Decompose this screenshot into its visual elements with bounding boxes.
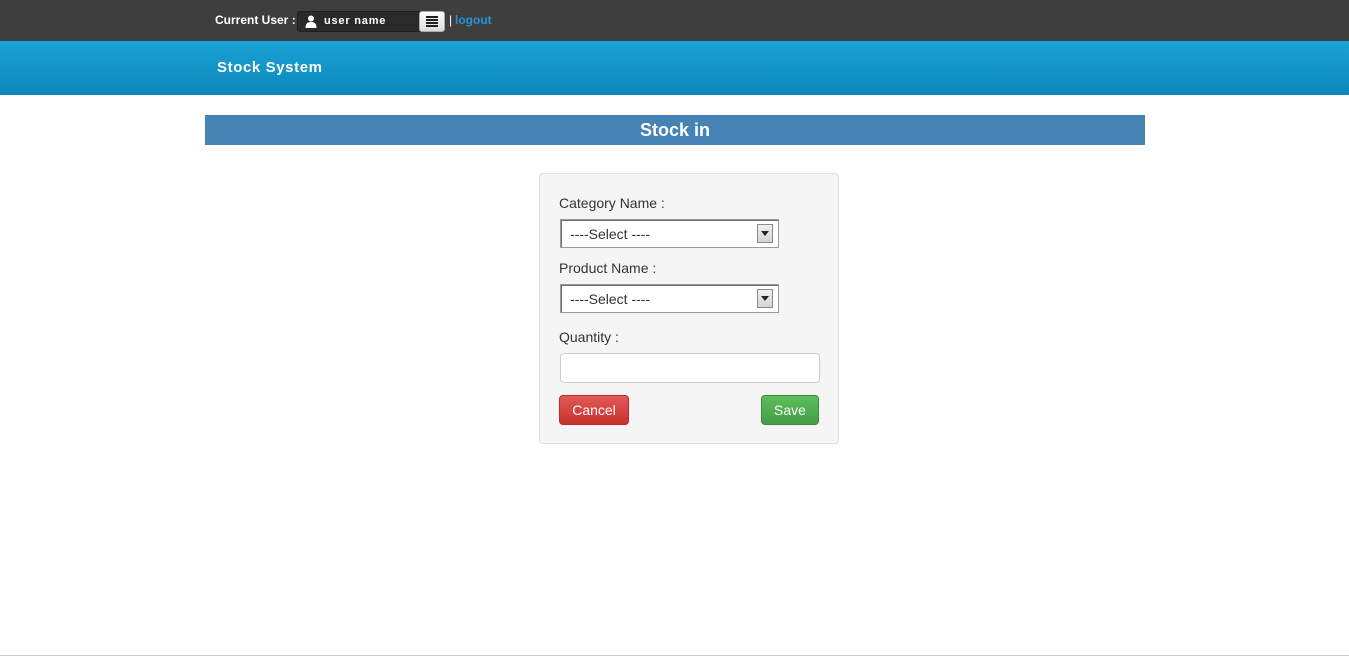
current-user-label: Current User : <box>215 13 296 27</box>
chevron-down-icon[interactable] <box>757 289 773 308</box>
brand-title[interactable]: Stock System <box>217 59 323 76</box>
save-button[interactable]: Save <box>761 395 819 425</box>
logout-link[interactable]: logout <box>455 13 492 27</box>
product-select[interactable]: ----Select ---- <box>560 284 779 313</box>
top-bar: Current User : user name | logout <box>0 0 1349 41</box>
user-menu-button[interactable] <box>419 11 445 32</box>
chevron-down-icon[interactable] <box>757 224 773 243</box>
user-icon <box>305 15 317 28</box>
category-select[interactable]: ----Select ---- <box>560 219 779 248</box>
user-name: user name <box>324 15 387 27</box>
category-select-value: ----Select ---- <box>570 226 651 242</box>
page-title-bar: Stock in <box>205 115 1145 145</box>
user-box: user name <box>297 11 445 32</box>
category-name-label: Category Name : <box>559 195 665 211</box>
page-title: Stock in <box>639 120 710 140</box>
stock-in-form: Category Name : ----Select ---- Product … <box>539 173 839 444</box>
header-bar: Stock System <box>0 41 1349 95</box>
quantity-label: Quantity : <box>559 329 619 345</box>
quantity-input[interactable] <box>560 353 820 383</box>
product-name-label: Product Name : <box>559 260 657 276</box>
product-select-value: ----Select ---- <box>570 291 651 307</box>
cancel-button[interactable]: Cancel <box>559 395 629 425</box>
separator: | <box>449 13 453 27</box>
